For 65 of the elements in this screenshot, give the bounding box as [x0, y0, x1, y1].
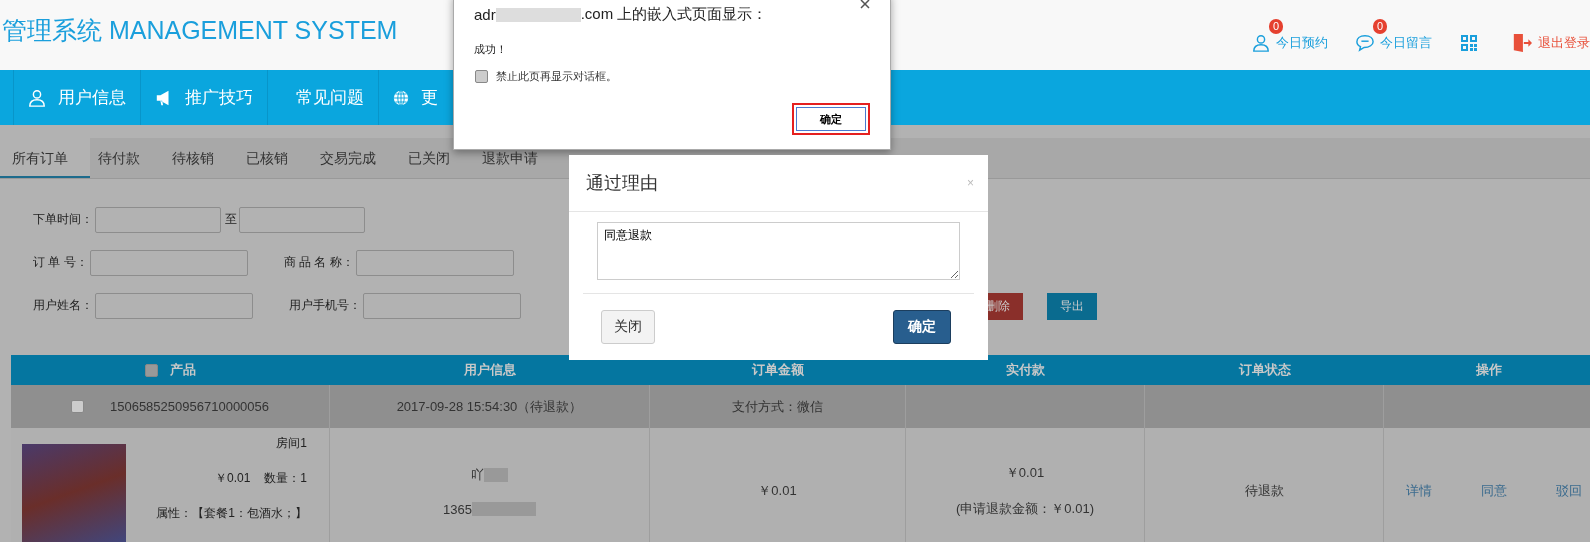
product-quantity: 数量：1 [264, 470, 307, 487]
field-label: 下单时间： [33, 211, 93, 228]
count-badge: 0 [1373, 19, 1388, 34]
export-button[interactable]: 导出 [1047, 293, 1097, 320]
action-link[interactable]: 详情 [1405, 482, 1432, 500]
input-field[interactable] [95, 292, 253, 319]
column-header: 实付款 [1006, 361, 1045, 379]
column-header: 用户信息 [464, 361, 516, 379]
count-badge: 0 [1269, 19, 1284, 34]
tab[interactable]: 所有订单 [0, 138, 90, 178]
app-title: 管理系统 MANAGEMENT SYSTEM [2, 14, 398, 46]
header-link[interactable]: 今日留言 [1380, 34, 1432, 52]
date-field[interactable] [239, 206, 365, 233]
tab[interactable]: 待核销 [156, 138, 230, 178]
order-amount: ￥0.01 [758, 482, 797, 500]
modal-title: 通过理由 [586, 172, 658, 195]
user-phone: 1365 [443, 501, 472, 517]
column-header: 订单状态 [1238, 361, 1291, 379]
user-icon [1252, 34, 1270, 52]
qr-code-icon[interactable] [1460, 34, 1478, 52]
speech-bubble-icon [1356, 34, 1374, 52]
row-checkbox[interactable] [70, 400, 84, 413]
header-link[interactable]: 今日预约 [1276, 34, 1328, 52]
field-label: 用户手机号： [289, 297, 361, 314]
tab[interactable]: 已关闭 [392, 138, 466, 178]
product-name: 房间1 [276, 435, 307, 452]
header-link[interactable]: 退出登录 [1538, 34, 1590, 52]
action-link[interactable]: 驳回 [1555, 482, 1582, 500]
paid-amount: ￥0.01 [1005, 464, 1045, 482]
tab[interactable]: 已核销 [230, 138, 304, 178]
input-field[interactable] [355, 249, 514, 276]
order-time: 2017-09-28 15:54:30（待退款） [396, 397, 583, 416]
ok-button[interactable]: 确定 [796, 107, 866, 131]
field-label: 订 单 号： [33, 254, 88, 271]
column-header: 订单金额 [752, 361, 804, 379]
refund-note: (申请退款金额：￥0.01) [956, 500, 1094, 518]
logout-icon[interactable] [1512, 33, 1532, 53]
order-status: 待退款 [1244, 482, 1284, 500]
input-field[interactable] [89, 249, 248, 276]
checkbox[interactable] [475, 70, 488, 83]
date-field[interactable] [95, 206, 221, 233]
confirm-button[interactable]: 确定 [893, 310, 951, 344]
product-price: ￥0.01 [214, 470, 251, 487]
order-number: 1506585250956710000056 [109, 399, 270, 414]
dialog-title: .com 上的嵌入式页面显示： [580, 5, 768, 24]
dialog-title: adr [474, 6, 496, 23]
product-attributes: 属性：【套餐1：包酒水；】 [156, 505, 307, 522]
column-header: 操作 [1476, 361, 1502, 379]
globe-icon [393, 89, 409, 106]
alert-message: 成功！ [474, 42, 508, 57]
tab[interactable]: 交易完成 [304, 138, 392, 178]
close-button[interactable]: 关闭 [601, 310, 655, 344]
column-header: 产品 [170, 361, 196, 379]
user-name: 吖 [471, 465, 484, 484]
field-label: 商 品 名 称： [283, 254, 354, 271]
field-label: 用户姓名： [33, 297, 93, 314]
user-icon [28, 88, 46, 107]
input-field[interactable] [363, 292, 521, 319]
close-icon[interactable] [860, 0, 870, 9]
select-all-checkbox[interactable] [145, 363, 158, 377]
range-separator: 至 [225, 211, 237, 228]
checkbox-label: 禁止此页再显示对话框。 [496, 69, 617, 84]
action-link[interactable]: 同意 [1480, 482, 1507, 500]
payment-method: 支付方式：微信 [732, 397, 823, 416]
reason-textarea[interactable]: 同意退款 [597, 222, 960, 280]
